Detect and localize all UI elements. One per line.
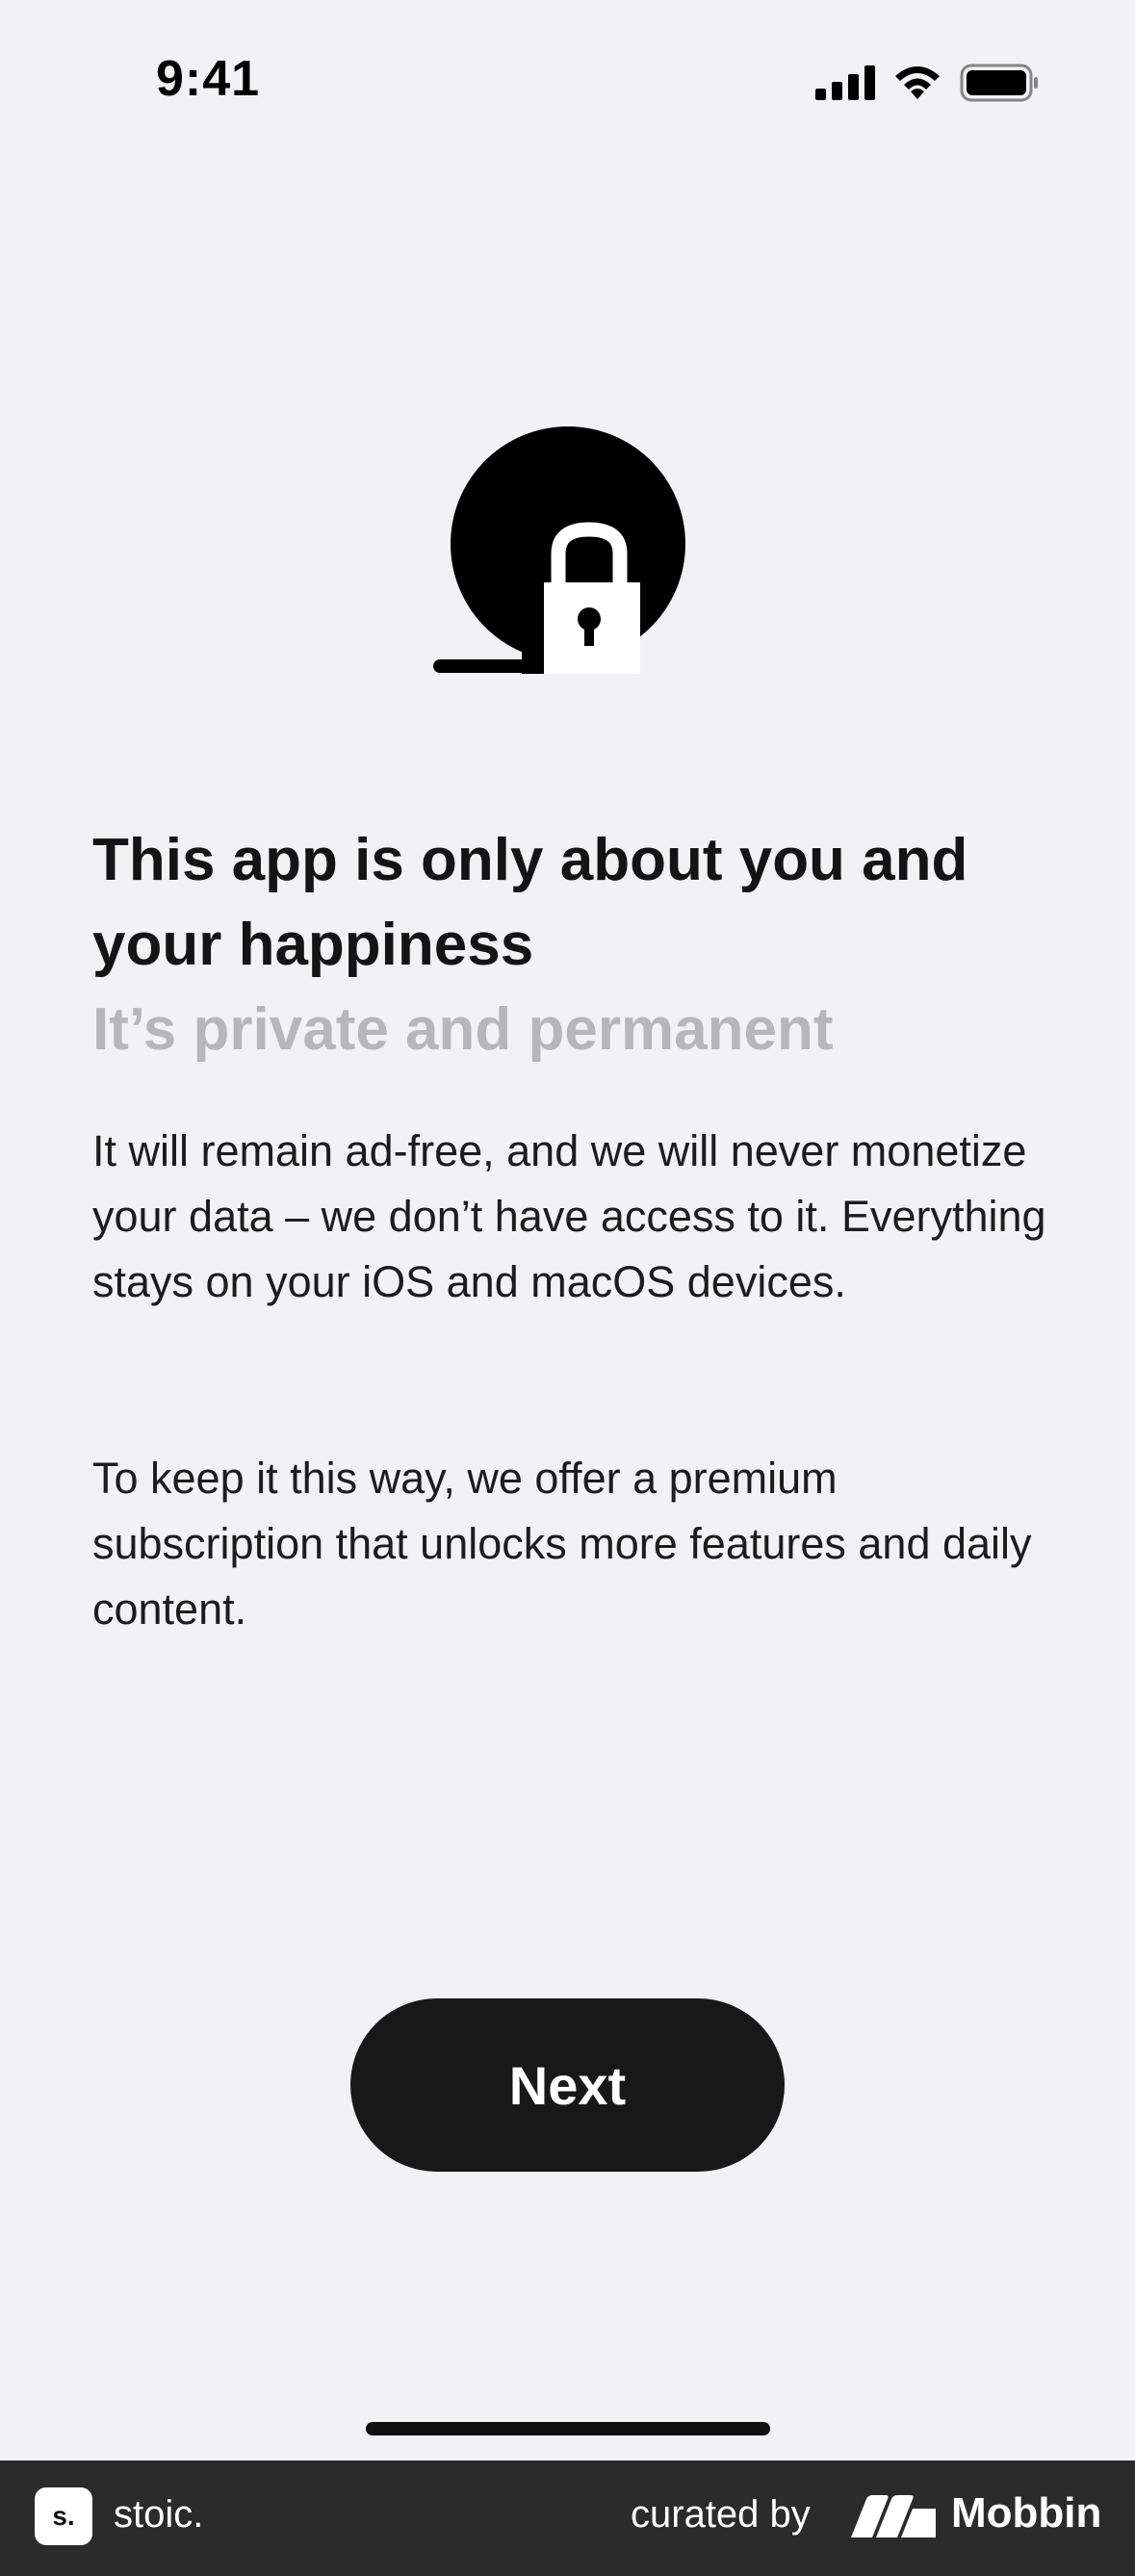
app-name: stoic. — [114, 2493, 204, 2536]
curated-by-label: curated by — [631, 2493, 811, 2536]
mobbin-brand: Mobbin — [951, 2489, 1102, 2537]
page-title: This app is only about you and your happ… — [92, 827, 968, 978]
footer-bar: s. stoic. curated by Mobbin — [0, 2460, 1135, 2576]
status-bar: 9:41 — [0, 0, 1135, 164]
status-icons — [815, 64, 1039, 102]
privacy-paragraph: It will remain ad-free, and we will neve… — [92, 1126, 1046, 1306]
next-button[interactable]: Next — [350, 1998, 785, 2172]
status-time: 9:41 — [156, 51, 261, 107]
home-indicator — [366, 2422, 770, 2435]
app-badge-icon: s. — [35, 2487, 92, 2545]
subscription-paragraph: To keep it this way, we offer a premium … — [92, 1454, 1032, 1634]
cellular-signal-icon — [815, 65, 875, 100]
page-subtitle: It’s private and permanent — [92, 996, 834, 1063]
mobbin-logo-icon — [851, 2495, 936, 2537]
wifi-icon — [895, 66, 940, 99]
battery-icon — [960, 64, 1038, 102]
lock-icon — [433, 426, 685, 674]
